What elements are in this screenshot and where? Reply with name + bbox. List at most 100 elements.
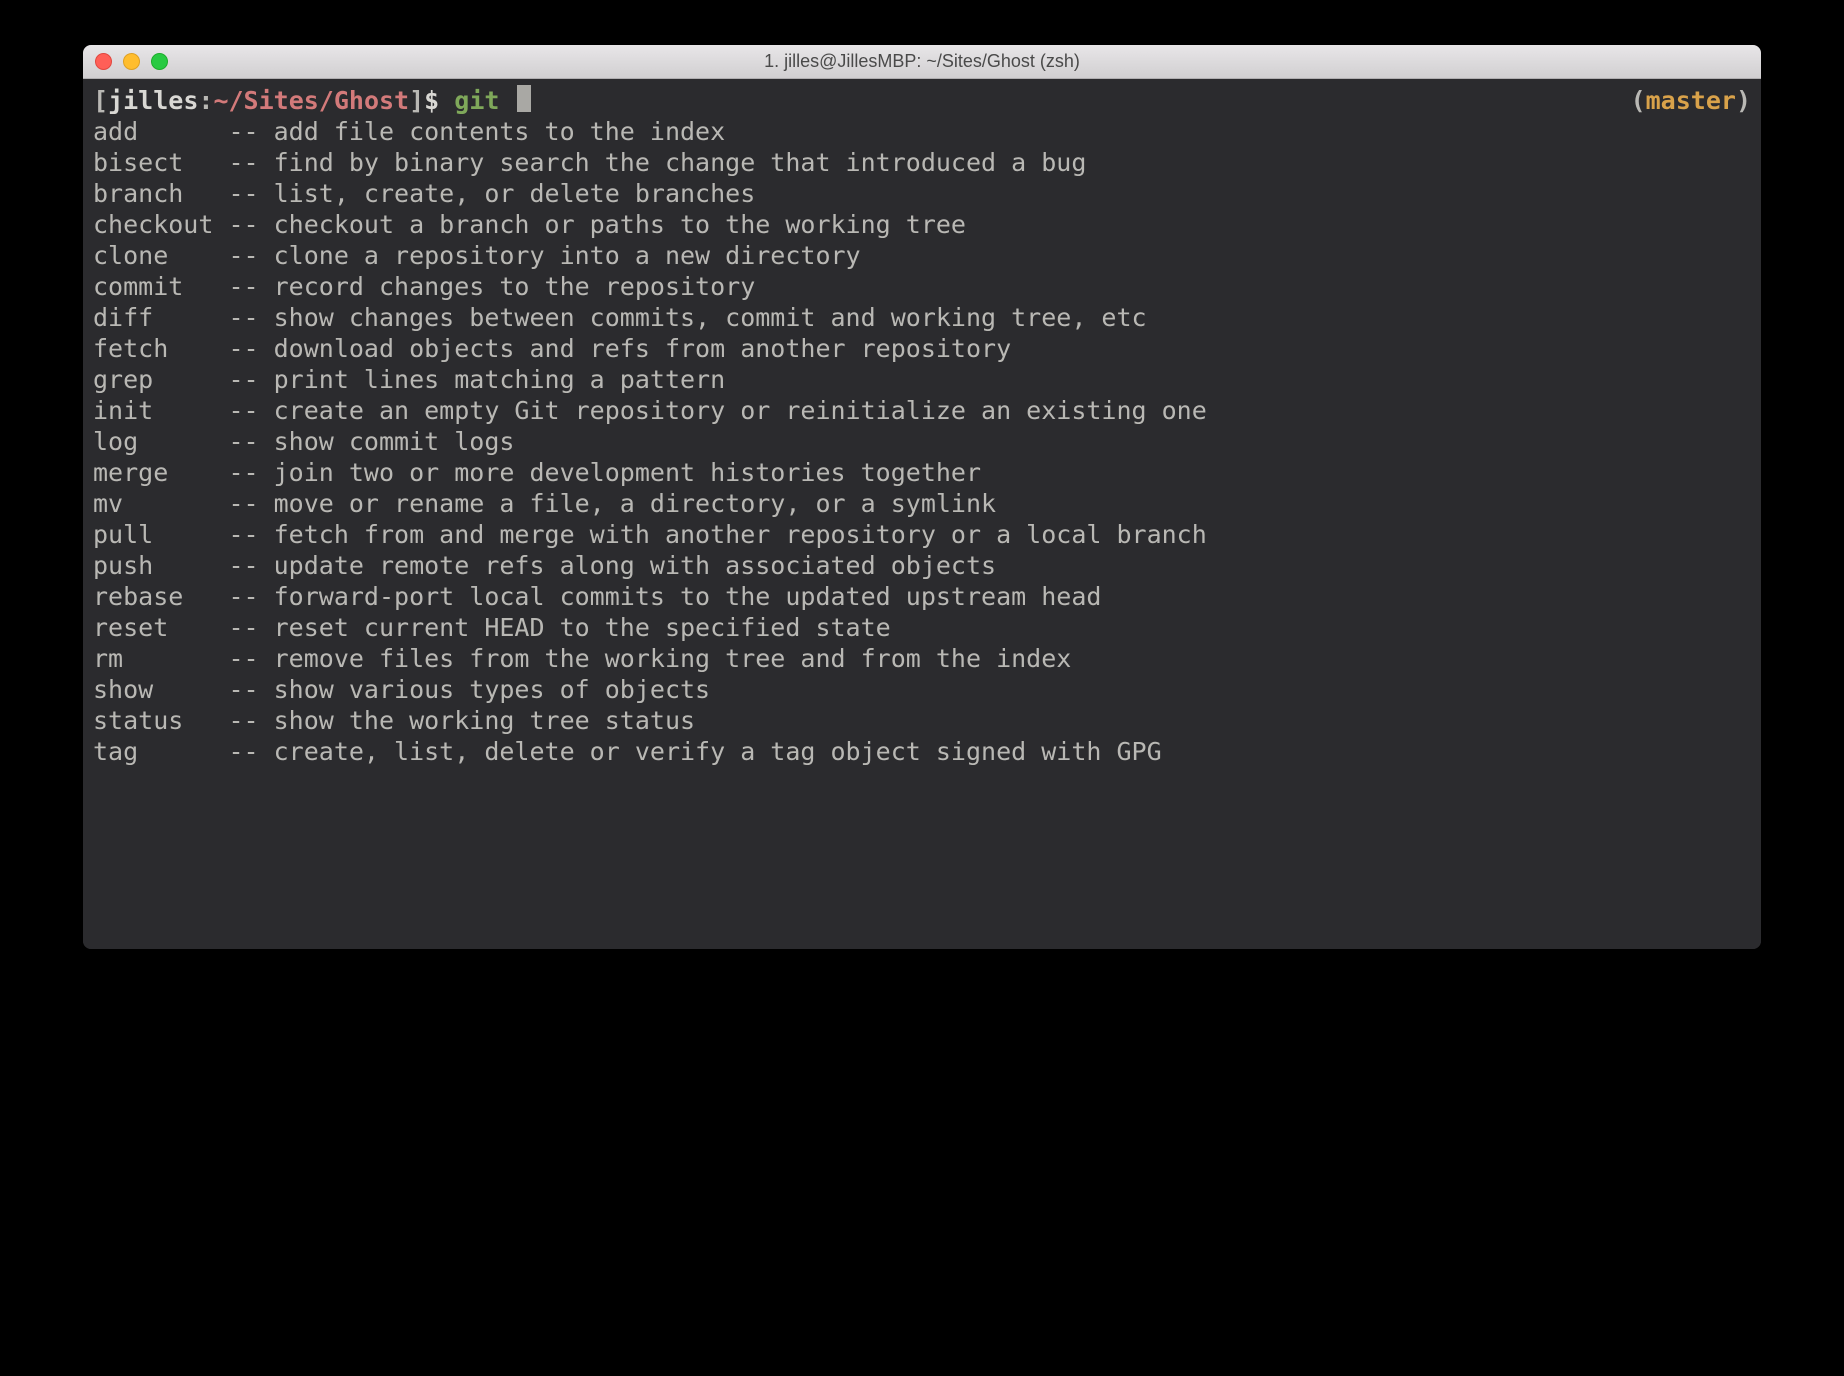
completion-row[interactable]: status-- show the working tree status: [93, 705, 1751, 736]
completion-row[interactable]: tag-- create, list, delete or verify a t…: [93, 736, 1751, 767]
git-branch: master: [1646, 86, 1736, 115]
completion-description: forward-port local commits to the update…: [274, 582, 1102, 611]
completion-command: grep: [93, 364, 228, 395]
completion-command: merge: [93, 457, 228, 488]
completion-separator: --: [228, 396, 273, 425]
completion-command: diff: [93, 302, 228, 333]
completion-row[interactable]: push-- update remote refs along with ass…: [93, 550, 1751, 581]
completion-row[interactable]: show-- show various types of objects: [93, 674, 1751, 705]
maximize-icon[interactable]: [151, 53, 168, 70]
completion-separator: --: [228, 427, 273, 456]
completion-command: add: [93, 116, 228, 147]
prompt-user: jilles: [108, 85, 198, 116]
completion-separator: --: [228, 520, 273, 549]
completion-command: reset: [93, 612, 228, 643]
completion-command: push: [93, 550, 228, 581]
branch-close: ): [1736, 86, 1751, 115]
completion-row[interactable]: init-- create an empty Git repository or…: [93, 395, 1751, 426]
completion-row[interactable]: clone-- clone a repository into a new di…: [93, 240, 1751, 271]
minimize-icon[interactable]: [123, 53, 140, 70]
completion-separator: --: [228, 613, 273, 642]
completion-separator: --: [228, 737, 273, 766]
titlebar[interactable]: 1. jilles@JillesMBP: ~/Sites/Ghost (zsh): [83, 45, 1761, 79]
completion-separator: --: [228, 706, 273, 735]
completion-command: rm: [93, 643, 228, 674]
completion-row[interactable]: checkout-- checkout a branch or paths to…: [93, 209, 1751, 240]
completion-separator: --: [228, 334, 273, 363]
completion-command: init: [93, 395, 228, 426]
completion-description: create, list, delete or verify a tag obj…: [274, 737, 1162, 766]
completion-separator: --: [228, 148, 273, 177]
completion-row[interactable]: rm-- remove files from the working tree …: [93, 643, 1751, 674]
completion-command: commit: [93, 271, 228, 302]
completion-command: log: [93, 426, 228, 457]
completion-separator: --: [228, 644, 273, 673]
completion-separator: --: [228, 117, 273, 146]
completion-separator: --: [228, 303, 273, 332]
prompt-command: git: [454, 85, 514, 116]
completion-separator: --: [228, 458, 273, 487]
completion-command: bisect: [93, 147, 228, 178]
completion-command: fetch: [93, 333, 228, 364]
close-icon[interactable]: [95, 53, 112, 70]
prompt-close-bracket: ]: [409, 85, 424, 116]
completion-command: pull: [93, 519, 228, 550]
completion-description: find by binary search the change that in…: [274, 148, 1087, 177]
completion-description: show the working tree status: [274, 706, 695, 735]
completion-row[interactable]: pull-- fetch from and merge with another…: [93, 519, 1751, 550]
completion-description: update remote refs along with associated…: [274, 551, 996, 580]
completion-description: checkout a branch or paths to the workin…: [274, 210, 966, 239]
completion-command: rebase: [93, 581, 228, 612]
completion-description: show various types of objects: [274, 675, 711, 704]
prompt-left: [jilles:~/Sites/Ghost]$ git: [93, 85, 531, 116]
completion-command: clone: [93, 240, 228, 271]
completion-separator: --: [228, 551, 273, 580]
completion-description: show commit logs: [274, 427, 515, 456]
cursor-icon: [517, 85, 531, 112]
completion-separator: --: [228, 210, 273, 239]
completion-description: clone a repository into a new directory: [274, 241, 861, 270]
completion-separator: --: [228, 241, 273, 270]
completion-list: add-- add file contents to the indexbise…: [93, 116, 1751, 767]
prompt-open-bracket: [: [93, 85, 108, 116]
completion-description: add file contents to the index: [274, 117, 726, 146]
completion-row[interactable]: log-- show commit logs: [93, 426, 1751, 457]
completion-command: show: [93, 674, 228, 705]
completion-separator: --: [228, 489, 273, 518]
prompt-dollar: $: [424, 85, 454, 116]
prompt-path: ~/Sites/Ghost: [213, 85, 409, 116]
completion-description: move or rename a file, a directory, or a…: [274, 489, 996, 518]
traffic-lights: [95, 53, 168, 70]
completion-description: print lines matching a pattern: [274, 365, 726, 394]
completion-command: mv: [93, 488, 228, 519]
completion-row[interactable]: mv-- move or rename a file, a directory,…: [93, 488, 1751, 519]
completion-row[interactable]: reset-- reset current HEAD to the specif…: [93, 612, 1751, 643]
completion-description: create an empty Git repository or reinit…: [274, 396, 1207, 425]
completion-description: remove files from the working tree and f…: [274, 644, 1072, 673]
completion-row[interactable]: bisect-- find by binary search the chang…: [93, 147, 1751, 178]
completion-separator: --: [228, 179, 273, 208]
completion-row[interactable]: add-- add file contents to the index: [93, 116, 1751, 147]
completion-row[interactable]: fetch-- download objects and refs from a…: [93, 333, 1751, 364]
terminal-body[interactable]: [jilles:~/Sites/Ghost]$ git (master) add…: [83, 79, 1761, 949]
completion-description: reset current HEAD to the specified stat…: [274, 613, 891, 642]
completion-separator: --: [228, 582, 273, 611]
completion-description: fetch from and merge with another reposi…: [274, 520, 1207, 549]
completion-description: list, create, or delete branches: [274, 179, 756, 208]
completion-command: status: [93, 705, 228, 736]
branch-indicator: (master): [1631, 85, 1751, 116]
completion-row[interactable]: merge-- join two or more development his…: [93, 457, 1751, 488]
completion-separator: --: [228, 675, 273, 704]
completion-description: join two or more development histories t…: [274, 458, 981, 487]
completion-description: record changes to the repository: [274, 272, 756, 301]
terminal-window: 1. jilles@JillesMBP: ~/Sites/Ghost (zsh)…: [83, 45, 1761, 949]
completion-description: show changes between commits, commit and…: [274, 303, 1147, 332]
completion-separator: --: [228, 272, 273, 301]
completion-command: branch: [93, 178, 228, 209]
completion-row[interactable]: commit-- record changes to the repositor…: [93, 271, 1751, 302]
completion-row[interactable]: diff-- show changes between commits, com…: [93, 302, 1751, 333]
completion-row[interactable]: grep-- print lines matching a pattern: [93, 364, 1751, 395]
completion-row[interactable]: branch-- list, create, or delete branche…: [93, 178, 1751, 209]
completion-command: checkout: [93, 209, 228, 240]
completion-row[interactable]: rebase-- forward-port local commits to t…: [93, 581, 1751, 612]
